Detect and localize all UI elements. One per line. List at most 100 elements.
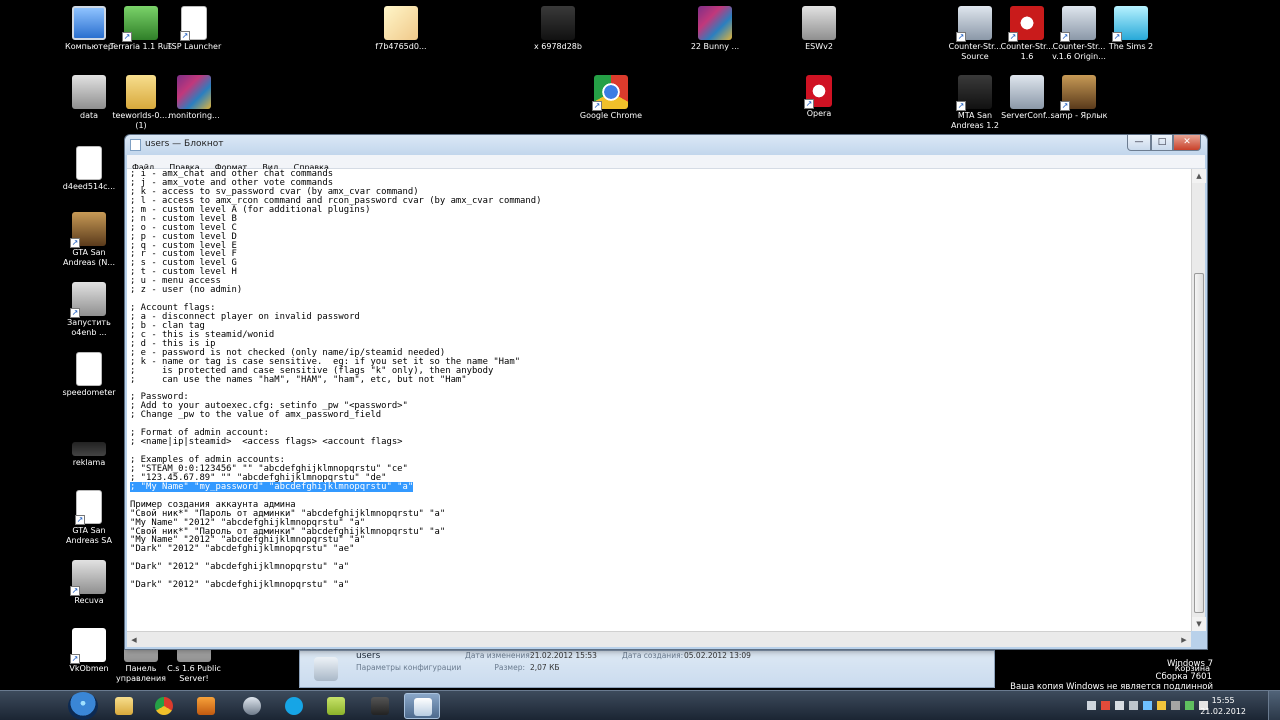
- text-line: ; r - custom level F: [130, 250, 1191, 259]
- taskbar-chrome[interactable]: [146, 693, 182, 719]
- image-file-icon: [384, 6, 418, 40]
- desktop-icon-image-file[interactable]: f7b4765d0...: [368, 6, 434, 52]
- text-line: ; m - custom level A (for additional plu…: [130, 205, 1191, 215]
- tray-app-icon[interactable]: [1143, 701, 1152, 710]
- close-button[interactable]: ✕: [1173, 135, 1201, 151]
- shortcut-arrow-icon: ↗: [1008, 32, 1018, 42]
- desktop-icon-archive[interactable]: 22 Bunny ...: [682, 6, 748, 52]
- desktop-icon-label: Google Chrome: [579, 111, 643, 120]
- desktop-icon-mp3[interactable]: d4eed514c...: [56, 146, 122, 192]
- tray-arrow-icon[interactable]: [1087, 701, 1096, 710]
- desktop-icon-label: monitoring...: [168, 111, 220, 120]
- system-tray: 15:55 21.02.2012: [1080, 691, 1280, 720]
- horizontal-scrollbar[interactable]: ◀ ▶: [127, 631, 1191, 647]
- counter-strike-icon: [1010, 75, 1044, 109]
- desktop-icon-recuva[interactable]: ↗ Recuva: [56, 560, 122, 606]
- text-line-content: ; Change _pw to the value of amx_passwor…: [130, 410, 382, 421]
- desktop-icon-reklama[interactable]: reklama: [56, 422, 122, 468]
- desktop-icon-label: The Sims 2: [1108, 42, 1154, 51]
- details-file-name: users: [356, 651, 381, 661]
- details-size-value: 2,07 КБ: [530, 663, 560, 672]
- scroll-right-arrow-icon[interactable]: ▶: [1177, 633, 1191, 647]
- desktop-icon-label: Opera: [806, 109, 832, 118]
- tray-network-icon[interactable]: [1115, 701, 1124, 710]
- text-line: [130, 385, 1191, 394]
- scroll-down-arrow-icon[interactable]: ▼: [1192, 617, 1206, 631]
- chrome-icon: [155, 697, 173, 715]
- gear-file-icon: [72, 75, 106, 109]
- tray-app-icon[interactable]: [1171, 701, 1180, 710]
- archive-icon: [177, 75, 211, 109]
- opera-icon: ↗: [804, 75, 832, 109]
- show-desktop-button[interactable]: [1268, 691, 1280, 720]
- desktop-icon-gta-sa-sa[interactable]: ↗ GTA San Andreas SA: [56, 490, 122, 546]
- text-editor-area[interactable]: ; i - amx_chat and other chat commands; …: [127, 169, 1191, 631]
- shortcut-arrow-icon: ↗: [956, 101, 966, 111]
- skype-icon: [285, 697, 303, 715]
- tray-volume-icon[interactable]: [1129, 701, 1138, 710]
- taskbar-explorer[interactable]: [106, 693, 142, 719]
- desktop-icon-monitoring[interactable]: monitoring...: [161, 75, 227, 121]
- desktop-icon-tsp-launcher[interactable]: ↗ TSP Launcher: [161, 6, 227, 52]
- counter-strike-icon: ↗: [956, 6, 992, 42]
- text-line: ; Change _pw to the value of amx_passwor…: [130, 411, 1191, 420]
- hand-icon: ↗: [70, 628, 106, 664]
- text-line-content: ; can use the names "haM", "HAM", "ham",…: [130, 374, 467, 385]
- scroll-up-arrow-icon[interactable]: ▲: [1192, 169, 1206, 183]
- desktop-icon-gta-sa-n[interactable]: ↗ GTA San Andreas (N...: [56, 212, 122, 268]
- shortcut-arrow-icon: ↗: [70, 238, 80, 248]
- taskbar-notepad[interactable]: [404, 693, 440, 719]
- mta-icon: ↗: [956, 75, 992, 111]
- desktop-icon-sims2[interactable]: ↗ The Sims 2: [1098, 6, 1164, 52]
- text-line: "Dark" "2012" "abcdefghijklmnopqrstu" "a…: [130, 563, 1191, 572]
- tray-app-icon[interactable]: [1185, 701, 1194, 710]
- text-line: "Dark" "2012" "abcdefghijklmnopqrstu" "a…: [130, 545, 1191, 554]
- desktop-icon-chrome[interactable]: ↗ Google Chrome: [578, 75, 644, 121]
- desktop-icon-label: TSP Launcher: [166, 42, 222, 51]
- maximize-button[interactable]: □: [1151, 135, 1173, 151]
- start-button[interactable]: [68, 692, 98, 720]
- notepad-window[interactable]: users — Блокнот — □ ✕ Файл Правка Формат…: [124, 134, 1208, 650]
- text-line: ; s - custom level G: [130, 259, 1191, 268]
- desktop-icon-eswv2[interactable]: ESWv2: [786, 6, 852, 52]
- minimize-button[interactable]: —: [1127, 135, 1151, 151]
- desktop-icon-speedometer[interactable]: speedometer: [56, 352, 122, 398]
- text-line: ; <name|ip|steamid> <access flags> <acco…: [130, 438, 1191, 447]
- taskbar: 15:55 21.02.2012: [0, 690, 1280, 720]
- explorer-details-pane: users Параметры конфигурации Дата измене…: [299, 650, 995, 688]
- scrollbar-thumb[interactable]: [1194, 273, 1204, 613]
- desktop-icon-o4enb[interactable]: ↗ Запустить o4enb ...: [56, 282, 122, 338]
- taskbar-counter-strike[interactable]: [234, 693, 270, 719]
- desktop-icon-image-file-2[interactable]: x 6978d28b: [525, 6, 591, 52]
- text-line: [130, 447, 1191, 456]
- text-line: ; o - custom level C: [130, 223, 1191, 233]
- tray-app-icon[interactable]: [1157, 701, 1166, 710]
- details-size-label: Размер:: [494, 663, 525, 672]
- taskbar-game[interactable]: [362, 693, 398, 719]
- desktop-icon-label: ESWv2: [805, 42, 833, 51]
- notepad-titlebar[interactable]: users — Блокнот — □ ✕: [125, 135, 1207, 155]
- taskbar-app[interactable]: [318, 693, 354, 719]
- text-line: ; u - menu access: [130, 277, 1191, 286]
- folder-icon: [126, 75, 156, 109]
- vertical-scrollbar[interactable]: ▲ ▼: [1191, 169, 1206, 631]
- text-line: [130, 420, 1191, 429]
- shortcut-arrow-icon: ↗: [956, 32, 966, 42]
- config-file-icon: [314, 657, 338, 681]
- text-line: ; c - this is steamid/wonid: [130, 330, 1191, 340]
- text-line: [130, 295, 1191, 304]
- desktop-icon-opera[interactable]: ↗ Opera: [786, 75, 852, 119]
- recuva-icon: ↗: [70, 560, 106, 596]
- desktop-icon-label: speedometer: [62, 388, 116, 397]
- tray-flag-icon[interactable]: [1101, 701, 1110, 710]
- samp-icon: ↗: [1060, 75, 1096, 111]
- scroll-left-arrow-icon[interactable]: ◀: [127, 633, 141, 647]
- desktop-icon-label: Recuva: [74, 596, 104, 605]
- taskbar-skype[interactable]: [276, 693, 312, 719]
- desktop-icon-samp[interactable]: ↗ samp - Ярлык: [1046, 75, 1112, 121]
- clock[interactable]: 15:55 21.02.2012: [1200, 695, 1246, 717]
- document-icon: ↗: [75, 490, 102, 525]
- taskbar-media-player[interactable]: [188, 693, 224, 719]
- shortcut-arrow-icon: ↗: [180, 31, 190, 41]
- details-file-type: Параметры конфигурации: [356, 663, 462, 672]
